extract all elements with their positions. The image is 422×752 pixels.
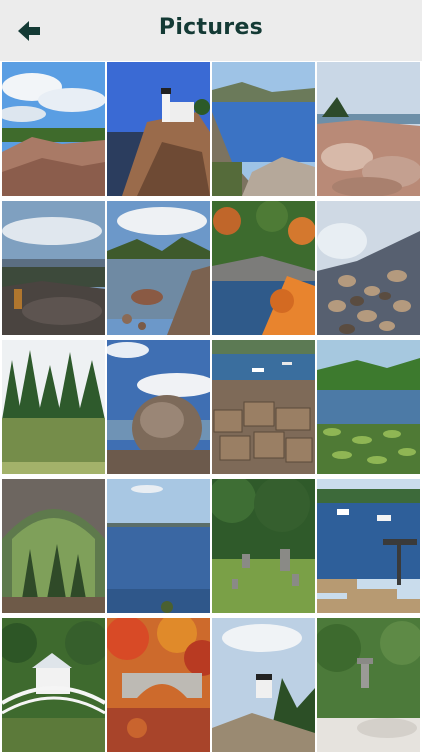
photo-tile[interactable] [212,201,315,335]
photo-tile[interactable] [212,479,315,613]
photo-tile[interactable] [107,618,210,752]
photo-tile[interactable] [317,618,420,752]
photo-tile[interactable] [107,479,210,613]
photo-tile[interactable] [317,201,420,335]
photo-tile[interactable] [2,201,105,335]
photo-tile[interactable] [317,62,420,196]
photo-tile[interactable] [2,479,105,613]
photo-tile[interactable] [2,618,105,752]
photo-tile[interactable] [107,62,210,196]
photo-tile[interactable] [212,618,315,752]
app-header: Pictures [0,0,422,61]
photo-tile[interactable] [317,479,420,613]
photo-tile[interactable] [2,62,105,196]
photo-tile[interactable] [212,340,315,474]
photo-grid [0,61,422,752]
photo-tile[interactable] [107,201,210,335]
photo-tile[interactable] [2,340,105,474]
photo-tile[interactable] [107,340,210,474]
photo-tile[interactable] [317,340,420,474]
page-title: Pictures [158,15,264,40]
photo-tile[interactable] [212,62,315,196]
